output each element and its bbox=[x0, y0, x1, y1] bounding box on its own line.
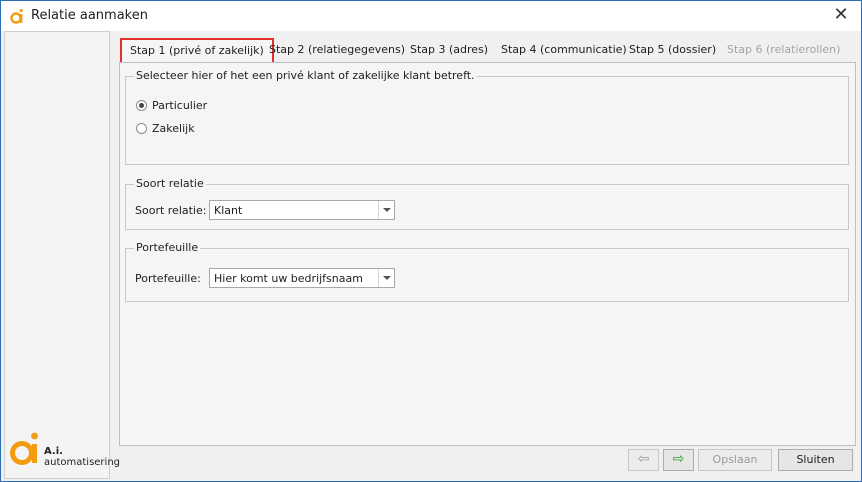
klanttype-legend: Selecteer hier of het een privé klant of… bbox=[134, 69, 477, 82]
portefeuille-legend: Portefeuille bbox=[134, 241, 201, 254]
radio-particulier-control[interactable] bbox=[136, 99, 147, 111]
close-icon[interactable]: ✕ bbox=[827, 4, 855, 28]
close-button[interactable]: Sluiten bbox=[778, 449, 853, 471]
save-button[interactable]: Opslaan bbox=[698, 449, 772, 471]
logo-text-line1: A.i. bbox=[44, 446, 63, 457]
next-button[interactable]: ⇨ bbox=[663, 449, 694, 471]
chevron-down-icon bbox=[382, 208, 391, 212]
portefeuille-select[interactable]: Hier komt uw bedrijfsnaam bbox=[209, 268, 395, 288]
dialog-window: Relatie aanmaken ✕ A.i. automatisering S… bbox=[0, 0, 862, 482]
tab-stap-5[interactable]: Stap 5 (dossier) bbox=[629, 39, 716, 61]
tab-stap-6: Stap 6 (relatierollen) bbox=[727, 43, 841, 56]
soort-relatie-dropdown-button[interactable] bbox=[378, 201, 394, 219]
tab-stap-2[interactable]: Stap 2 (relatiegegevens) bbox=[269, 39, 405, 61]
radio-particulier-label: Particulier bbox=[152, 98, 208, 112]
soort-relatie-value: Klant bbox=[214, 204, 243, 217]
tab-stap-4[interactable]: Stap 4 (communicatie) bbox=[501, 39, 627, 61]
arrow-right-icon: ⇨ bbox=[672, 451, 685, 467]
soort-relatie-select[interactable]: Klant bbox=[209, 200, 395, 220]
title-bar: Relatie aanmaken ✕ bbox=[1, 1, 861, 31]
radio-zakelijk[interactable]: Zakelijk bbox=[136, 120, 195, 136]
side-panel: A.i. automatisering bbox=[4, 31, 120, 479]
portefeuille-group: Portefeuille Portefeuille: Hier komt uw … bbox=[125, 241, 849, 302]
company-logo: A.i. automatisering bbox=[8, 430, 120, 470]
tab-content: Selecteer hier of het een privé klant of… bbox=[119, 62, 856, 446]
portefeuille-value: Hier komt uw bedrijfsnaam bbox=[214, 272, 363, 285]
ai-logo-icon bbox=[10, 432, 38, 465]
tab-stap-3[interactable]: Stap 3 (adres) bbox=[410, 39, 488, 61]
soort-relatie-group: Soort relatie Soort relatie: Klant bbox=[125, 177, 849, 230]
soort-relatie-legend: Soort relatie bbox=[134, 177, 206, 190]
chevron-down-icon bbox=[382, 276, 391, 280]
arrow-left-icon: ⇦ bbox=[637, 451, 650, 467]
app-logo-icon bbox=[10, 9, 23, 24]
radio-particulier[interactable]: Particulier bbox=[136, 97, 207, 113]
wizard-tabs: Stap 1 (privé of zakelijk) Stap 2 (relat… bbox=[119, 38, 859, 64]
klanttype-group: Selecteer hier of het een privé klant of… bbox=[125, 69, 849, 165]
soort-relatie-label: Soort relatie: bbox=[135, 204, 207, 217]
tab-stap-1[interactable]: Stap 1 (privé of zakelijk) bbox=[120, 38, 274, 64]
radio-zakelijk-label: Zakelijk bbox=[152, 121, 195, 135]
window-title: Relatie aanmaken bbox=[31, 8, 148, 23]
back-button[interactable]: ⇦ bbox=[628, 449, 659, 471]
radio-zakelijk-control[interactable] bbox=[136, 122, 147, 134]
portefeuille-label: Portefeuille: bbox=[135, 272, 201, 285]
portefeuille-dropdown-button[interactable] bbox=[378, 269, 394, 287]
logo-text-line2: automatisering bbox=[44, 457, 121, 468]
